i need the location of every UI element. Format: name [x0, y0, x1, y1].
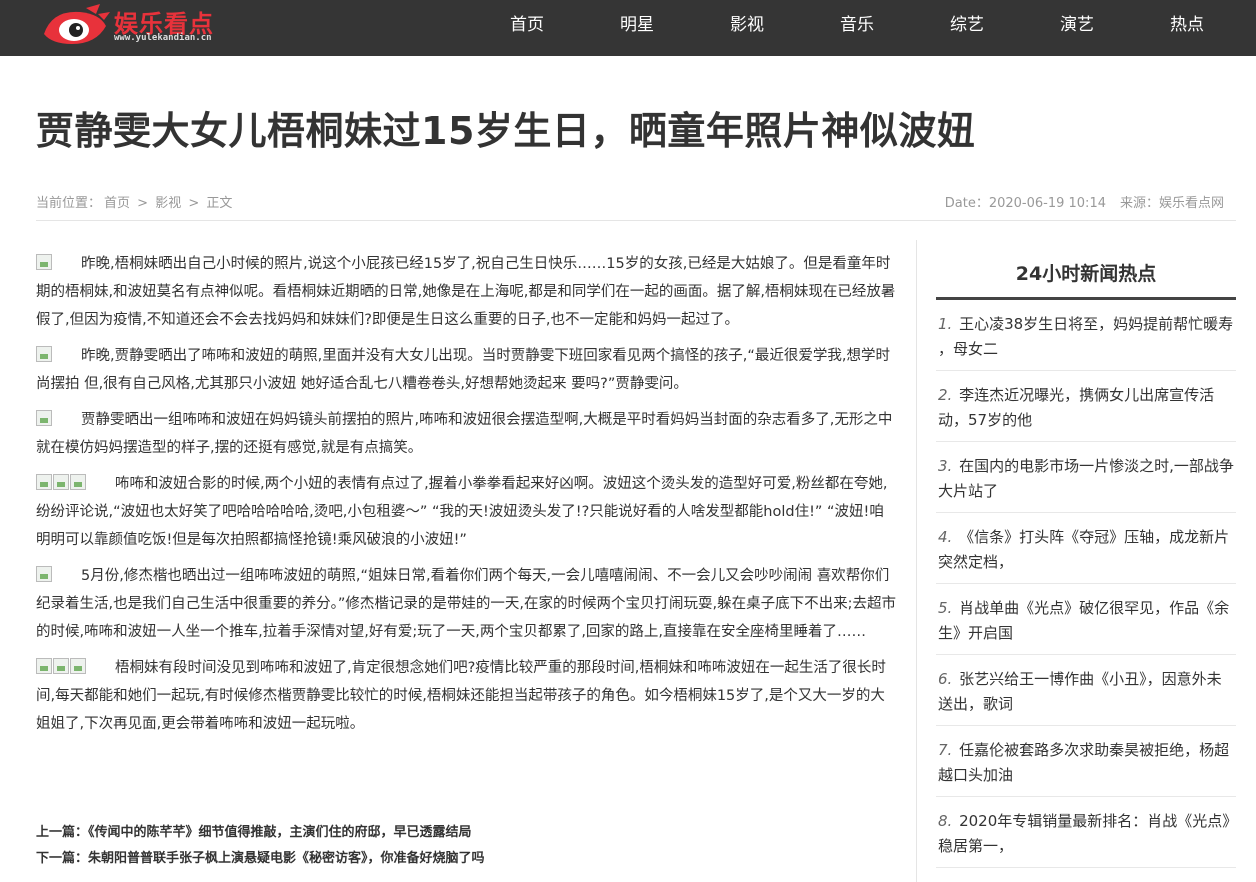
- hot-news-rank: 1.: [938, 315, 953, 333]
- hot-news-rank: 7.: [938, 741, 953, 759]
- main-nav: 首页 明星 影视 音乐 综艺 演艺 热点: [472, 0, 1242, 56]
- hot-news-rank: 8.: [938, 812, 953, 830]
- hot-news-item[interactable]: 8. 2020年专辑销量最新排名：肖战《光点》稳居第一，: [936, 797, 1236, 868]
- broken-image-icon[interactable]: [36, 474, 52, 490]
- logo-url: www.yulekandian.cn: [114, 33, 212, 43]
- hot-news-title: 肖战单曲《光点》破亿很罕见，作品《余生》开启国: [938, 599, 1230, 642]
- broken-image-icon[interactable]: [36, 410, 52, 426]
- nav-hot[interactable]: 热点: [1132, 0, 1242, 56]
- paragraph-text: 昨晚,贾静雯晒出了咘咘和波妞的萌照,里面并没有大女儿出现。当时贾静雯下班回家看见…: [36, 348, 890, 392]
- nav-music[interactable]: 音乐: [802, 0, 912, 56]
- hot-news-rank: 2.: [938, 386, 953, 404]
- top-navbar: 娱乐看点 www.yulekandian.cn 首页 明星 影视 音乐 综艺 演…: [0, 0, 1256, 56]
- broken-image-icon[interactable]: [53, 658, 69, 674]
- hot-news-item[interactable]: 2. 李连杰近况曝光，携俩女儿出席宣传活动，57岁的他: [936, 371, 1236, 442]
- site-logo[interactable]: 娱乐看点 www.yulekandian.cn: [36, 0, 236, 56]
- paragraph-text: 贾静雯晒出一组咘咘和波妞在妈妈镜头前摆拍的照片,咘咘和波妞很会摆造型啊,大概是平…: [36, 412, 893, 456]
- prev-next-links: 上一篇：《传闻中的陈芊芊》细节值得推敲，主演们住的府邸，早已透露结局 下一篇：朱…: [36, 820, 485, 872]
- hot-news-item[interactable]: 5. 肖战单曲《光点》破亿很罕见，作品《余生》开启国: [936, 584, 1236, 655]
- hot-news-rank: 6.: [938, 670, 953, 688]
- header-divider: [36, 220, 1236, 221]
- article-meta: Date：2020-06-19 10:14 来源：娱乐看点网: [945, 192, 1224, 211]
- nav-stars[interactable]: 明星: [582, 0, 692, 56]
- prev-article-link[interactable]: 上一篇：《传闻中的陈芊芊》细节值得推敲，主演们住的府邸，早已透露结局: [36, 820, 485, 846]
- article-paragraph: 贾静雯晒出一组咘咘和波妞在妈妈镜头前摆拍的照片,咘咘和波妞很会摆造型啊,大概是平…: [36, 406, 898, 462]
- article-paragraph: 昨晚,贾静雯晒出了咘咘和波妞的萌照,里面并没有大女儿出现。当时贾静雯下班回家看见…: [36, 342, 898, 398]
- broken-image-icon[interactable]: [36, 254, 52, 270]
- hot-news-title: 张艺兴给王一博作曲《小丑》，因意外未送出，歌词: [938, 670, 1222, 713]
- article-body: 昨晚,梧桐妹晒出自己小时候的照片,说这个小屁孩已经15岁了,祝自己生日快乐……1…: [36, 250, 898, 746]
- breadcrumb-separator: >: [188, 196, 200, 211]
- hot-news-title: 任嘉伦被套路多次求助秦昊被拒绝，杨超越口头加油: [938, 741, 1230, 784]
- sidebar-divider: [916, 240, 917, 882]
- hot-news-item[interactable]: 7. 任嘉伦被套路多次求助秦昊被拒绝，杨超越口头加油: [936, 726, 1236, 797]
- hot-news-title: 李连杰近况曝光，携俩女儿出席宣传活动，57岁的他: [938, 386, 1215, 429]
- hot-news-title: 《信条》打头阵《夺冠》压轴，成龙新片突然定档，: [938, 528, 1230, 571]
- nav-variety[interactable]: 综艺: [912, 0, 1022, 56]
- breadcrumb-category[interactable]: 影视: [155, 196, 181, 211]
- breadcrumb-prefix: 当前位置：: [36, 196, 102, 211]
- article-title: 贾静雯大女儿梧桐妹过15岁生日，晒童年照片神似波妞: [36, 109, 976, 153]
- nav-home[interactable]: 首页: [472, 0, 582, 56]
- article-paragraph: 梧桐妹有段时间没见到咘咘和波妞了,肯定很想念她们吧?疫情比较严重的那段时间,梧桐…: [36, 654, 898, 738]
- hot-news-title: 王心凌38岁生日将至，妈妈提前帮忙暖寿 ，母女二: [938, 315, 1234, 358]
- hot-news-rank: 5.: [938, 599, 953, 617]
- hot-news-item[interactable]: 6. 张艺兴给王一博作曲《小丑》，因意外未送出，歌词: [936, 655, 1236, 726]
- broken-image-icon[interactable]: [70, 658, 86, 674]
- hot-news-item[interactable]: 1. 王心凌38岁生日将至，妈妈提前帮忙暖寿 ，母女二: [936, 300, 1236, 371]
- next-article-link[interactable]: 下一篇：朱朝阳普普联手张子枫上演悬疑电影《秘密访客》，你准备好烧脑了吗: [36, 846, 485, 872]
- eye-logo-icon: [44, 4, 110, 44]
- article-paragraph: 5月份,修杰楷也晒出过一组咘咘波妞的萌照,“姐妹日常,看着你们两个每天,一会儿嘻…: [36, 562, 898, 646]
- hot-news-title: 在国内的电影市场一片惨淡之时,一部战争大片站了: [938, 457, 1234, 500]
- article-paragraph: 昨晚,梧桐妹晒出自己小时候的照片,说这个小屁孩已经15岁了,祝自己生日快乐……1…: [36, 250, 898, 334]
- nav-performing-arts[interactable]: 演艺: [1022, 0, 1132, 56]
- article-source: 来源：娱乐看点网: [1119, 196, 1224, 211]
- broken-image-icon[interactable]: [70, 474, 86, 490]
- hot-news-item[interactable]: 3. 在国内的电影市场一片惨淡之时,一部战争大片站了: [936, 442, 1236, 513]
- hot-news-sidebar: 24小时新闻热点 1. 王心凌38岁生日将至，妈妈提前帮忙暖寿 ，母女二 2. 李…: [936, 250, 1236, 868]
- hot-news-list: 1. 王心凌38岁生日将至，妈妈提前帮忙暖寿 ，母女二 2. 李连杰近况曝光，携俩…: [936, 300, 1236, 868]
- broken-image-icon[interactable]: [53, 474, 69, 490]
- hot-news-item[interactable]: 4. 《信条》打头阵《夺冠》压轴，成龙新片突然定档，: [936, 513, 1236, 584]
- nav-film-tv[interactable]: 影视: [692, 0, 802, 56]
- paragraph-text: 昨晚,梧桐妹晒出自己小时候的照片,说这个小屁孩已经15岁了,祝自己生日快乐……1…: [36, 256, 896, 328]
- paragraph-text: 咘咘和波妞合影的时候,两个小妞的表情有点过了,握着小拳拳看起来好凶啊。波妞这个烫…: [36, 476, 888, 548]
- broken-image-icon[interactable]: [36, 346, 52, 362]
- hot-news-rank: 4.: [938, 528, 953, 546]
- hot-news-rank: 3.: [938, 457, 953, 475]
- paragraph-text: 梧桐妹有段时间没见到咘咘和波妞了,肯定很想念她们吧?疫情比较严重的那段时间,梧桐…: [36, 660, 886, 732]
- sidebar-title: 24小时新闻热点: [936, 250, 1236, 300]
- breadcrumb: 当前位置： 首页 > 影视 > 正文: [36, 192, 235, 211]
- breadcrumb-current: 正文: [206, 196, 233, 211]
- breadcrumb-separator: >: [137, 196, 149, 211]
- hot-news-title: 2020年专辑销量最新排名：肖战《光点》稳居第一，: [938, 812, 1230, 855]
- article-paragraph: 咘咘和波妞合影的时候,两个小妞的表情有点过了,握着小拳拳看起来好凶啊。波妞这个烫…: [36, 470, 898, 554]
- paragraph-text: 5月份,修杰楷也晒出过一组咘咘波妞的萌照,“姐妹日常,看着你们两个每天,一会儿嘻…: [36, 568, 896, 640]
- article-date: Date：2020-06-19 10:14: [944, 196, 1106, 211]
- broken-image-icon[interactable]: [36, 658, 52, 674]
- broken-image-icon[interactable]: [36, 566, 52, 582]
- breadcrumb-home[interactable]: 首页: [104, 196, 130, 211]
